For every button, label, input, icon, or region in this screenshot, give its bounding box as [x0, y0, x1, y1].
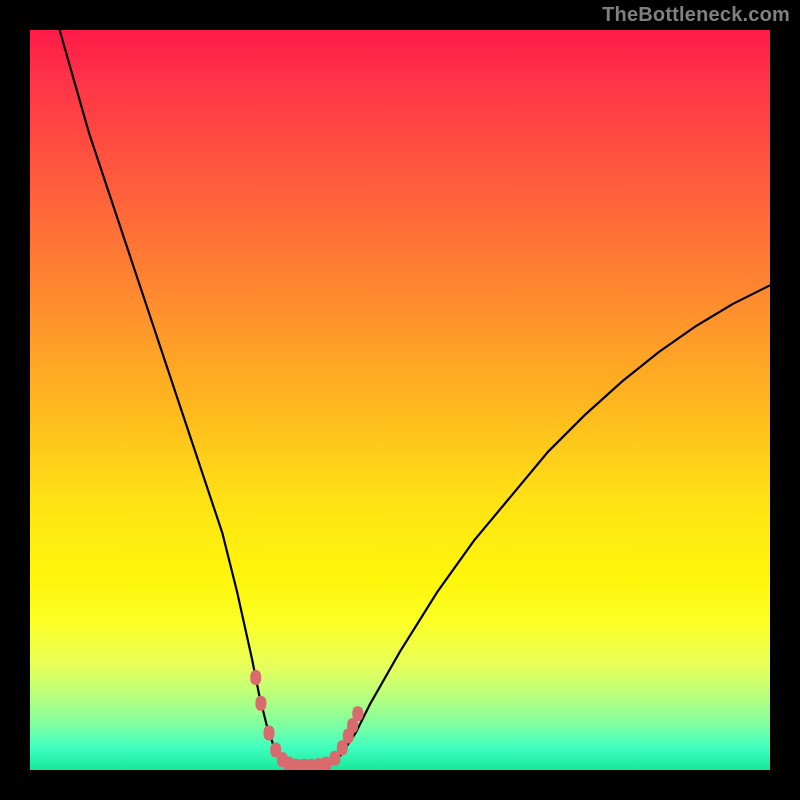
chart-stage: TheBottleneck.com	[0, 0, 800, 800]
marker-point	[352, 706, 363, 721]
highlight-markers	[250, 670, 363, 770]
watermark-text: TheBottleneck.com	[602, 4, 790, 27]
marker-point	[250, 670, 261, 685]
marker-point	[255, 696, 266, 711]
bottleneck-curve	[60, 30, 770, 766]
marker-point	[264, 726, 275, 741]
curve-overlay	[30, 30, 770, 770]
plot-area	[30, 30, 770, 770]
